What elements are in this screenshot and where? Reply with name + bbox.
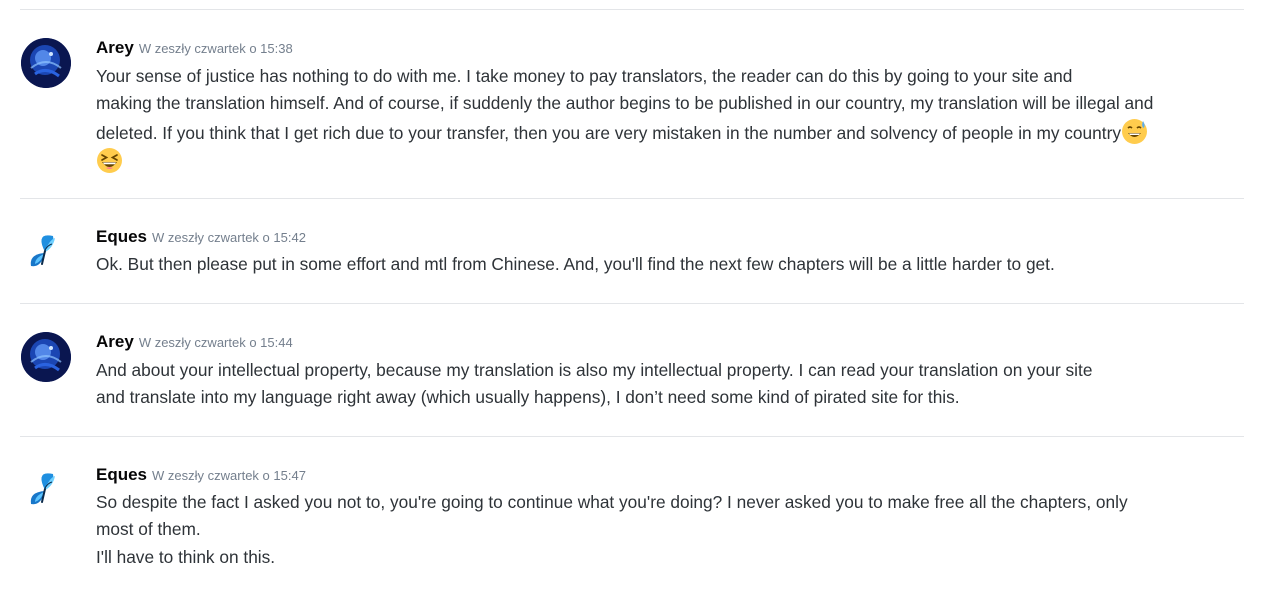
username[interactable]: Arey (96, 332, 134, 351)
message-line: And about your intellectual property, be… (96, 360, 1093, 380)
message-content: Ok. But then please put in some effort a… (96, 251, 1256, 278)
message-line: most of them. (96, 519, 201, 540)
avatar[interactable] (21, 332, 71, 382)
chat-messages: Arey W zeszły czwartek o 15:38 Your sense… (0, 0, 1265, 590)
message-divider (20, 303, 1244, 304)
message-content: Your sense of justice has nothing to do … (96, 63, 1256, 177)
message-line: I'll have to think on this. (96, 546, 276, 567)
username[interactable]: Eques (96, 227, 147, 246)
timestamp: W zeszły czwartek o 15:38 (138, 41, 293, 56)
message-header: Arey W zeszły czwartek o 15:44 (96, 332, 293, 352)
sweat-smile-emoji (1121, 118, 1148, 145)
message-header: Arey W zeszły czwartek o 15:38 (96, 38, 293, 58)
avatar[interactable] (21, 38, 71, 88)
message-divider (20, 198, 1244, 199)
butterfly-icon (30, 235, 55, 267)
laughing-emoji (96, 147, 123, 174)
message-line: making the translation himself. And of c… (96, 93, 1154, 114)
message-line: Your sense of justice has nothing to do … (96, 66, 1073, 86)
message-content: So despite the fact I asked you not to, … (96, 489, 1256, 571)
message-content: And about your intellectual property, be… (96, 357, 1256, 412)
message-line: So despite the fact I asked you not to, … (96, 492, 1128, 512)
avatar[interactable] (21, 226, 71, 276)
butterfly-icon (30, 473, 55, 505)
username[interactable]: Eques (96, 465, 147, 484)
avatar[interactable] (21, 464, 71, 514)
timestamp: W zeszły czwartek o 15:47 (152, 468, 306, 483)
message-divider (20, 436, 1244, 437)
message-header: Eques W zeszły czwartek o 15:47 (96, 465, 306, 485)
message-line-with-emoji: deleted. If you think that I get rich du… (96, 118, 1256, 147)
timestamp: W zeszły czwartek o 15:44 (138, 335, 293, 350)
message-divider (20, 9, 1244, 10)
username[interactable]: Arey (96, 38, 134, 57)
arey-avatar-icon (21, 332, 71, 382)
arey-avatar-icon (21, 38, 71, 88)
message-header: Eques W zeszły czwartek o 15:42 (96, 227, 306, 247)
message-line-text: deleted. If you think that I get rich du… (96, 122, 1121, 143)
message-line-emoji (96, 147, 1256, 176)
message-line: and translate into my language right awa… (96, 387, 960, 408)
message-line: Ok. But then please put in some effort a… (96, 254, 1055, 274)
timestamp: W zeszły czwartek o 15:42 (152, 230, 306, 245)
